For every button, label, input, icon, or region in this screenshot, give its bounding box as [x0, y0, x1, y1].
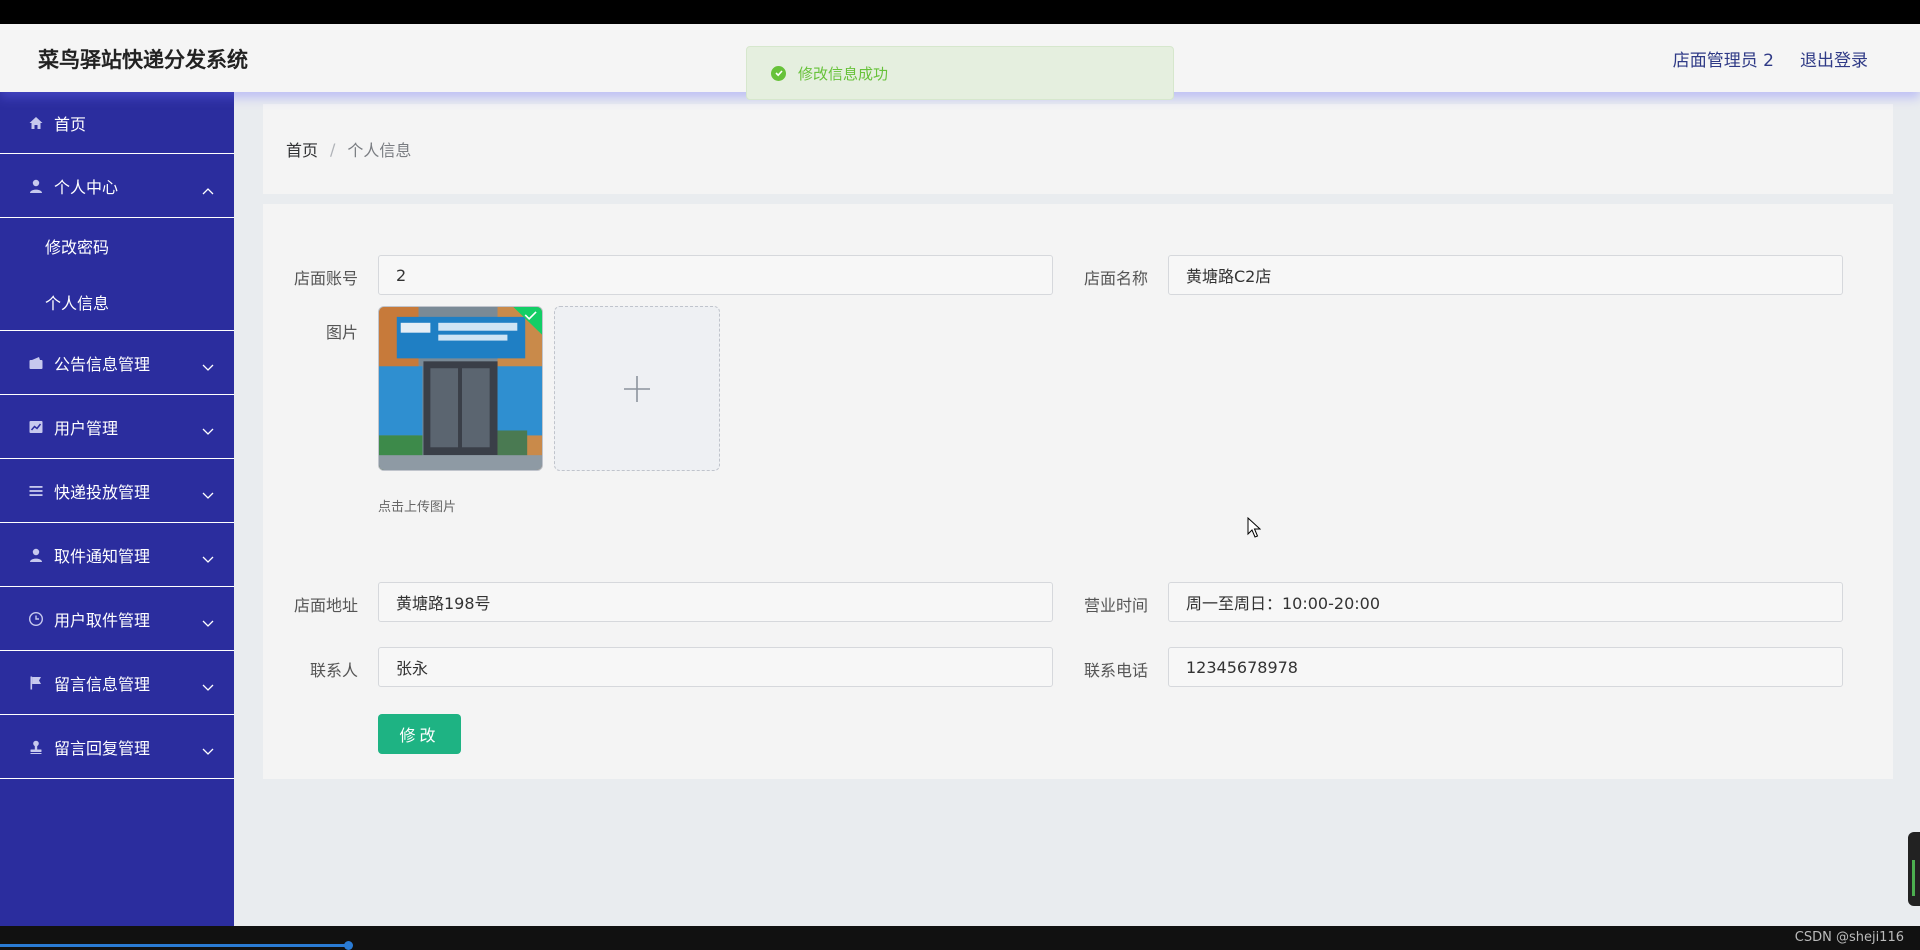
sidebar-item-label: 取件通知管理 — [54, 546, 151, 566]
side-widget-indicator — [1912, 860, 1915, 896]
watermark: CSDN @sheji116 — [1794, 930, 1904, 945]
chevron-down-icon — [202, 549, 214, 563]
sidebar-item-label: 用户管理 — [54, 418, 119, 438]
chart-icon — [28, 419, 44, 435]
phone-field[interactable]: 12345678978 — [1168, 647, 1843, 687]
app-window: 菜鸟驿站快递分发系统 店面管理员 2 退出登录 修改信息成功 首页 个人中心 修… — [0, 24, 1920, 926]
store-name-field[interactable]: 黄塘路C2店 — [1168, 255, 1843, 295]
upload-tip: 点击上传图片 — [378, 500, 457, 515]
home-icon — [28, 115, 44, 131]
personal-center-submenu: 修改密码 个人信息 — [0, 218, 234, 331]
sidebar-item-user-pickup[interactable]: 用户取件管理 — [0, 587, 234, 651]
mouse-cursor-icon — [1247, 517, 1261, 538]
chevron-down-icon — [202, 357, 214, 371]
sidebar-item-replies[interactable]: 留言回复管理 — [0, 715, 234, 779]
sidebar-item-label: 留言回复管理 — [54, 738, 151, 758]
chevron-down-icon — [202, 485, 214, 499]
business-hours-field[interactable]: 周一至周日：10:00-20:00 — [1168, 582, 1843, 622]
address-label: 店面地址 — [293, 596, 358, 615]
image-label: 图片 — [325, 323, 358, 342]
current-user-label[interactable]: 店面管理员 2 — [1673, 46, 1774, 71]
video-progress-bar: CSDN @sheji116 — [0, 926, 1920, 950]
clock-icon — [28, 611, 44, 627]
wallet-icon — [28, 355, 44, 371]
sidebar-item-personal-info[interactable]: 个人信息 — [0, 274, 234, 330]
store-photo-image — [379, 307, 542, 470]
sidebar-item-pickup-notice[interactable]: 取件通知管理 — [0, 523, 234, 587]
sidebar-item-label: 快递投放管理 — [54, 482, 151, 502]
sidebar-item-label: 用户取件管理 — [54, 610, 151, 630]
account-label: 店面账号 — [293, 269, 358, 288]
breadcrumb: 首页 / 个人信息 — [263, 104, 1893, 194]
store-info-form: 店面账号 2 店面名称 黄塘路C2店 图片 点击上传图片 店面地址 黄塘路198… — [263, 204, 1893, 779]
contact-field[interactable]: 张永 — [378, 647, 1053, 687]
progress-fill — [0, 944, 348, 947]
sidebar-item-personal-center[interactable]: 个人中心 — [0, 154, 234, 218]
submit-button[interactable]: 修改 — [378, 714, 461, 754]
sidebar-item-messages[interactable]: 留言信息管理 — [0, 651, 234, 715]
logout-button[interactable]: 退出登录 — [1800, 46, 1868, 71]
chevron-down-icon — [202, 421, 214, 435]
store-name-label: 店面名称 — [1083, 269, 1148, 288]
business-hours-label: 营业时间 — [1083, 596, 1148, 615]
flag-icon — [28, 675, 44, 691]
sidebar-item-label: 公告信息管理 — [54, 354, 151, 374]
progress-handle[interactable] — [344, 941, 353, 950]
breadcrumb-separator: / — [330, 139, 336, 159]
chevron-down-icon — [202, 741, 214, 755]
chevron-down-icon — [202, 613, 214, 627]
sidebar-item-announcements[interactable]: 公告信息管理 — [0, 331, 234, 395]
toast-message: 修改信息成功 — [798, 64, 889, 83]
stamp-icon — [28, 739, 44, 755]
phone-label: 联系电话 — [1083, 661, 1148, 680]
store-photo-thumbnail[interactable] — [378, 306, 543, 471]
account-field[interactable]: 2 — [378, 255, 1053, 295]
screen-top-bar — [0, 0, 1920, 24]
sidebar-item-label: 留言信息管理 — [54, 674, 151, 694]
address-field[interactable]: 黄塘路198号 — [378, 582, 1053, 622]
app-title: 菜鸟驿站快递分发系统 — [38, 48, 248, 72]
header-actions: 店面管理员 2 退出登录 — [1673, 46, 1868, 71]
user-icon — [28, 178, 44, 194]
image-upload-button[interactable] — [554, 306, 720, 471]
chevron-up-icon — [202, 180, 214, 195]
chevron-down-icon — [202, 677, 214, 691]
contact-label: 联系人 — [309, 661, 358, 680]
sidebar: 首页 个人中心 修改密码 个人信息 公告信息管理 用户管理 快递投放管理 取件通… — [0, 92, 234, 926]
success-toast: 修改信息成功 — [746, 46, 1174, 100]
plus-icon — [624, 375, 650, 402]
side-widget[interactable] — [1908, 832, 1920, 906]
user-icon — [28, 547, 44, 563]
breadcrumb-home[interactable]: 首页 — [286, 137, 318, 161]
check-circle-icon — [771, 65, 786, 81]
sidebar-item-users[interactable]: 用户管理 — [0, 395, 234, 459]
breadcrumb-current: 个人信息 — [347, 141, 412, 160]
sidebar-item-label: 首页 — [54, 114, 87, 134]
list-icon — [28, 483, 44, 499]
sidebar-item-delivery[interactable]: 快递投放管理 — [0, 459, 234, 523]
sidebar-item-home[interactable]: 首页 — [0, 92, 234, 154]
sidebar-item-change-password[interactable]: 修改密码 — [0, 218, 234, 274]
sidebar-item-label: 个人中心 — [54, 177, 119, 197]
